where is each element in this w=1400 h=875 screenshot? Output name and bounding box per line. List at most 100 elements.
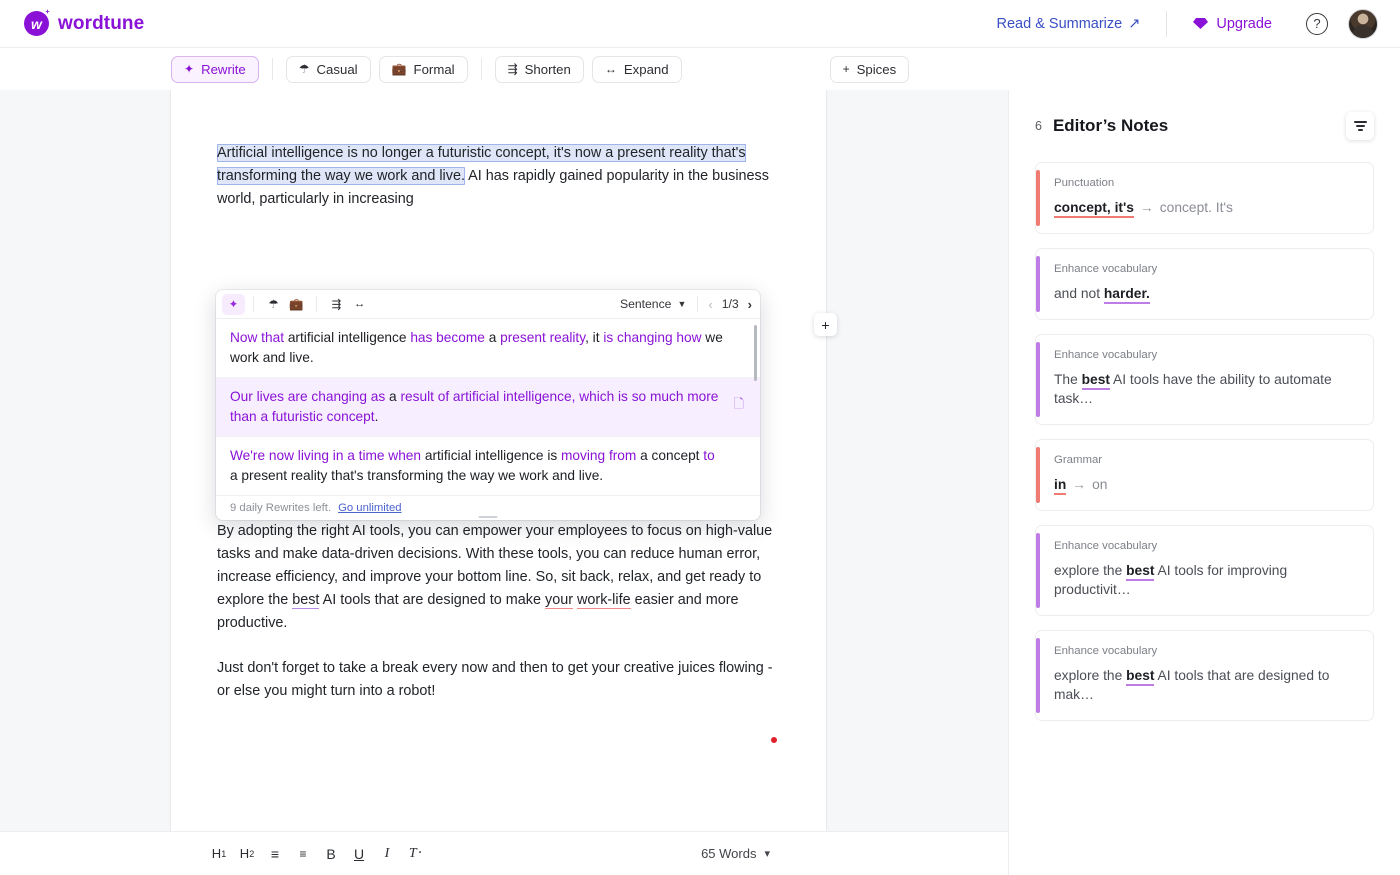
note-kind-label: Enhance vocabulary [1054, 645, 1158, 657]
vocab-underline-best-2[interactable]: best [292, 592, 320, 609]
note-suggested-text: on [1092, 477, 1108, 492]
help-icon[interactable]: ? [1306, 12, 1328, 35]
grammar-underline-worklife[interactable]: work-life [577, 592, 631, 609]
suggestion-changed-text: Now that [230, 330, 285, 345]
notes-count-badge: 6 [1035, 119, 1042, 133]
paragraph-4[interactable]: Just don't forget to take a break every … [217, 657, 780, 703]
suggestion-text: artificial intelligence [284, 330, 411, 345]
note-card[interactable]: Enhance vocabulary explore the best AI to… [1035, 630, 1374, 721]
suggestion-item-1[interactable]: Now that artificial intelligence has bec… [216, 319, 760, 378]
suggestion-text: , it [585, 330, 604, 345]
bold-button[interactable]: B [317, 840, 345, 868]
suggestion-changed-text: to [703, 448, 715, 463]
toolbar-casual-button[interactable]: ☂ Casual [285, 55, 371, 83]
suggestion-changed-text: has become [410, 330, 485, 345]
popup-shorten-arrows-icon[interactable]: ⇶ [325, 294, 348, 315]
external-link-arrow-icon: ↗ [1128, 15, 1141, 32]
note-kind-label: Enhance vocabulary [1054, 349, 1158, 361]
copy-icon[interactable]: 🗋 [734, 394, 744, 414]
note-card[interactable]: Grammar in → on [1035, 439, 1374, 511]
next-suggestion-arrow[interactable]: › [748, 297, 752, 312]
toolbar-shorten-label: Shorten [524, 61, 571, 77]
toolbar-formal-button[interactable]: 💼 Formal [378, 55, 468, 83]
note-text-pre: and not [1054, 286, 1104, 301]
suggestion-item-2[interactable]: Our lives are changing as a result of ar… [216, 378, 760, 437]
grammar-underline-your[interactable]: your [545, 592, 573, 609]
popup-formal-briefcase-icon[interactable]: 💼 [285, 294, 308, 315]
numbered-list-button[interactable]: ≡ [289, 840, 317, 868]
paragraph-1[interactable]: Artificial intelligence is no longer a f… [217, 142, 780, 211]
rewrite-action-toolbar: ✦ Rewrite ☂ Casual 💼 Formal ⇶ Shorten ↔ … [0, 48, 1400, 90]
suggestion-text: a concept [636, 448, 704, 463]
note-card[interactable]: Punctuation concept, it's → concept. It's [1035, 162, 1374, 234]
read-and-summarize-link[interactable]: Read & Summarize ↗ [997, 16, 1141, 32]
note-body: The best AI tools have the ability to au… [1054, 370, 1355, 408]
brand-name: wordtune [58, 12, 145, 34]
comment-marker-dot[interactable] [771, 737, 777, 743]
notes-header: 6 Editor’s Notes [1009, 90, 1400, 140]
toolbar-shorten-button[interactable]: ⇶ Shorten [494, 55, 584, 83]
toolbar-spices-button[interactable]: + Spices [829, 55, 910, 83]
scope-dropdown[interactable]: Sentence ▼ [620, 297, 697, 311]
toolbar-divider-1 [271, 58, 273, 80]
suggestion-scrollbar[interactable] [754, 325, 757, 381]
note-suggested-text: concept. It's [1159, 200, 1233, 215]
chevron-down-icon: ▾ [764, 848, 770, 860]
toolbar-rewrite-button[interactable]: ✦ Rewrite [171, 55, 259, 83]
filter-icon[interactable] [1346, 112, 1374, 140]
note-text-pre: The [1054, 372, 1082, 387]
note-body: explore the best AI tools for improving … [1054, 561, 1355, 599]
paragraph-3-b: AI tools that are designed to make [319, 592, 545, 608]
note-card[interactable]: Enhance vocabulary and not harder. [1035, 248, 1374, 320]
note-text-pre: explore the [1054, 563, 1127, 578]
avatar[interactable] [1348, 8, 1378, 39]
suggestion-item-3[interactable]: We're now living in a time when artifici… [216, 437, 760, 496]
paragraph-3[interactable]: By adopting the right AI tools, you can … [217, 520, 780, 635]
note-card[interactable]: Enhance vocabulary The best AI tools have… [1035, 334, 1374, 425]
toolbar-formal-label: Formal [413, 61, 455, 77]
suggestion-changed-text: is changing how [603, 330, 702, 345]
toolbar-divider-2 [480, 58, 482, 80]
note-highlighted-word: harder. [1103, 286, 1150, 304]
note-original-text: concept, it's [1054, 200, 1134, 218]
note-body: in → on [1054, 475, 1355, 495]
popup-divider-2 [316, 296, 317, 312]
arrow-icon: → [1139, 200, 1154, 215]
heading-2-button[interactable]: H2 [233, 840, 261, 868]
word-count-dropdown[interactable]: 65 Words ▾ [701, 846, 770, 861]
rewrite-popup-toolbar: ✦ ☂ 💼 ⇶ ↔ Sentence ▼ ‹ 1/3 › [216, 290, 760, 319]
upgrade-button[interactable]: Upgrade [1193, 16, 1272, 32]
formal-briefcase-icon: 💼 [391, 62, 407, 76]
heading-1-button[interactable]: H1 [205, 840, 233, 868]
popup-sparkle-icon[interactable]: ✦ [222, 293, 245, 315]
add-block-button[interactable]: + [814, 313, 837, 336]
go-unlimited-link[interactable]: Go unlimited [338, 502, 401, 514]
top-bar-divider [1166, 10, 1168, 37]
rewrite-suggestions-popup[interactable]: ✦ ☂ 💼 ⇶ ↔ Sentence ▼ ‹ 1/3 › Now that ar… [216, 290, 760, 520]
top-bar: w wordtune Read & Summarize ↗ Upgrade ? [0, 0, 1400, 48]
note-body: concept, it's → concept. It's [1054, 198, 1355, 218]
note-card[interactable]: Enhance vocabulary explore the best AI to… [1035, 525, 1374, 616]
suggestion-text: artificial intelligence is [421, 448, 562, 463]
popup-expand-arrows-icon[interactable]: ↔ [348, 294, 371, 315]
popup-casual-cap-icon[interactable]: ☂ [262, 294, 285, 315]
italic-button[interactable]: I [373, 840, 401, 868]
clear-formatting-button[interactable]: T⋅ [401, 840, 429, 868]
help-glyph: ? [1313, 16, 1321, 31]
toolbar-expand-button[interactable]: ↔ Expand [591, 55, 682, 83]
suggestion-text: a [385, 389, 401, 404]
note-highlighted-word: best [1126, 668, 1155, 686]
note-highlighted-word: best [1126, 563, 1155, 581]
brand-logo[interactable]: w wordtune [24, 11, 144, 36]
popup-resize-grip[interactable] [478, 516, 498, 518]
note-kind-label: Enhance vocabulary [1054, 263, 1158, 275]
notes-title: Editor’s Notes [1052, 116, 1169, 135]
chevron-down-icon: ▼ [677, 299, 687, 309]
bullet-list-button[interactable]: ≡ [261, 840, 289, 868]
popup-toolbar-right: Sentence ▼ ‹ 1/3 › [620, 296, 752, 312]
underline-button[interactable]: U [345, 840, 373, 868]
prev-suggestion-arrow[interactable]: ‹ [708, 297, 712, 312]
suggestion-changed-text: moving from [561, 448, 637, 463]
toolbar-spices-label: Spices [856, 61, 897, 77]
wordtune-mark-icon: w [24, 11, 49, 36]
